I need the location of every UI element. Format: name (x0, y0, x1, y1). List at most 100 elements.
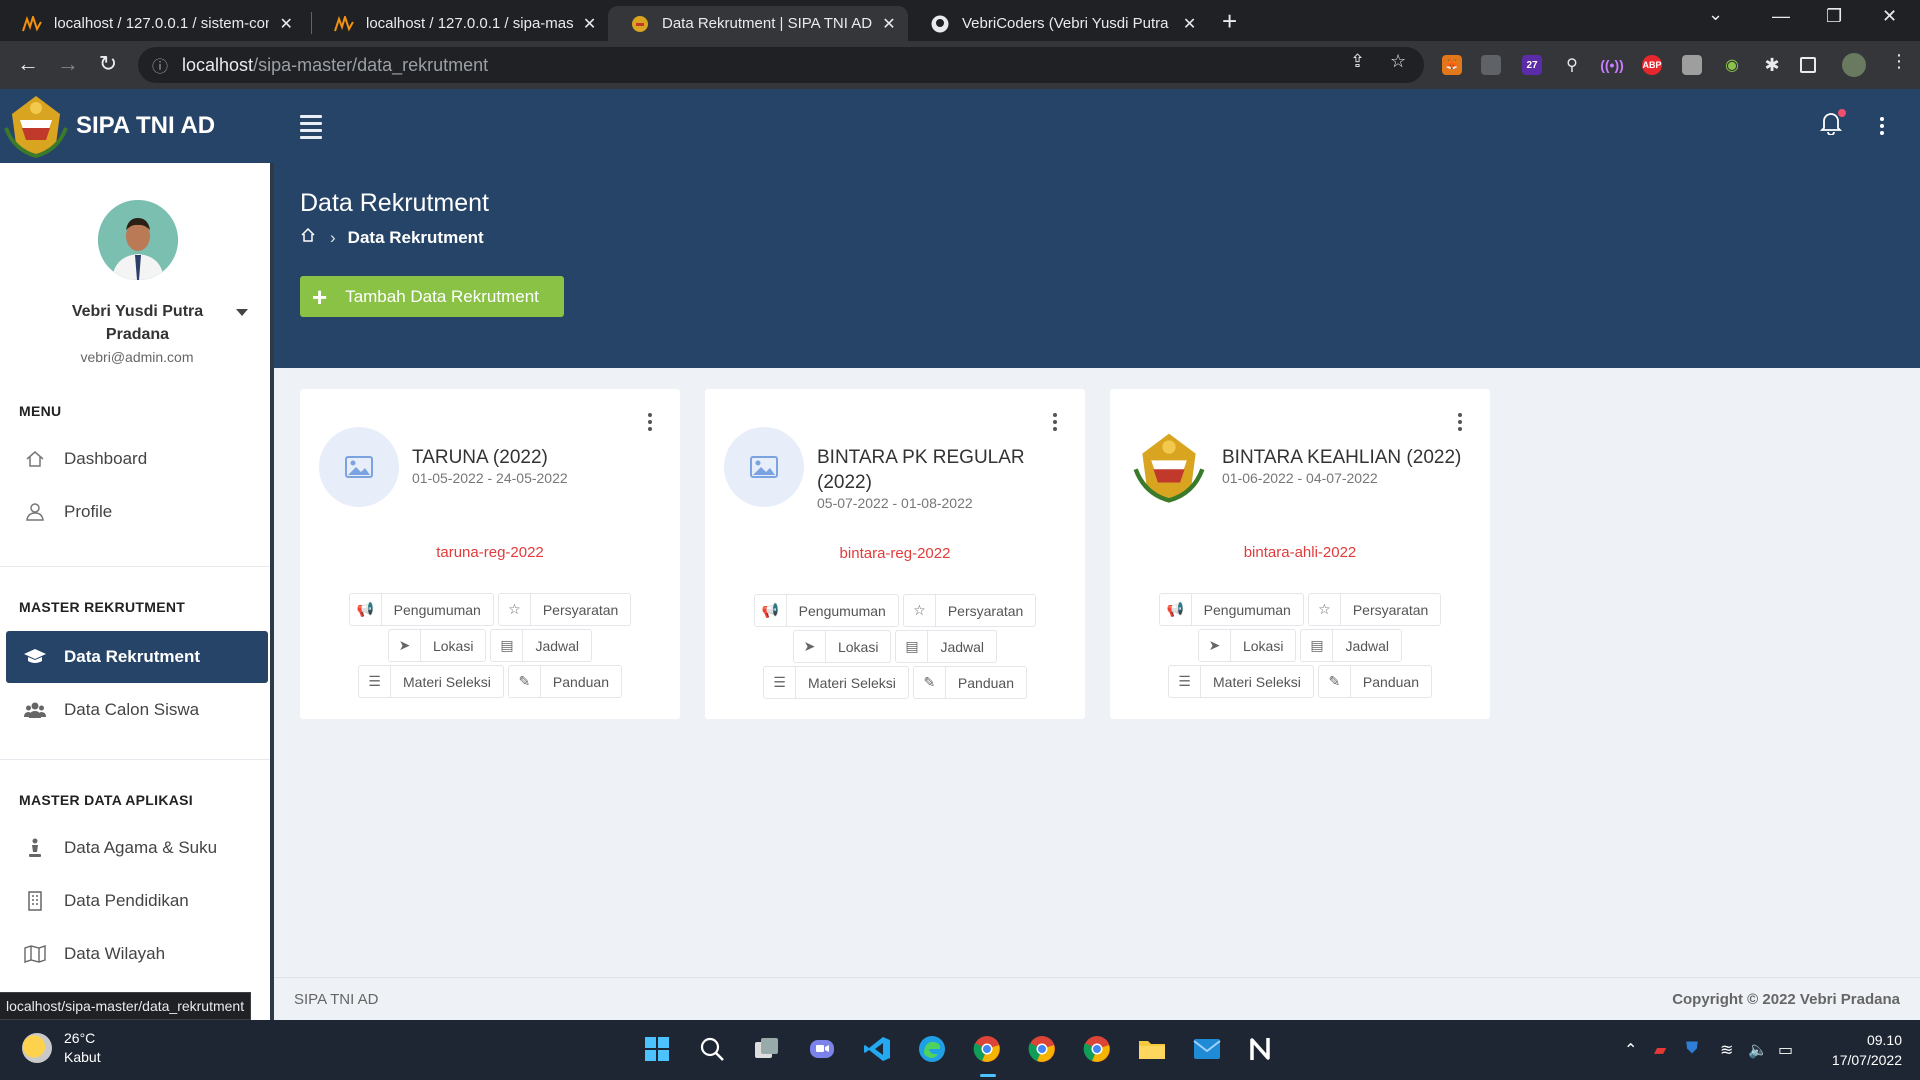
address-bar[interactable]: ⓘ localhost/sipa-master/data_rekrutment (138, 47, 1424, 83)
site-info-icon[interactable]: ⓘ (152, 53, 168, 77)
chrome-icon[interactable] (972, 1034, 1002, 1064)
extension-grey-icon[interactable] (1682, 55, 1702, 75)
user-icon (20, 502, 50, 522)
sidebar-item-profile[interactable]: Profile (6, 486, 268, 538)
browser-tab-4[interactable]: VebriCoders (Vebri Yusdi Putra Pr ✕ (908, 6, 1208, 41)
card-options-icon[interactable] (648, 413, 652, 434)
puzzle-extensions-icon[interactable]: ✱ (1762, 55, 1782, 75)
chrome-profile-icon[interactable] (1082, 1034, 1112, 1064)
materi-seleksi-button[interactable]: ☰ Materi Seleksi (763, 666, 909, 699)
window-close-icon[interactable]: ✕ (1882, 6, 1897, 27)
browser-toolbar: ← → ↻ ⓘ localhost/sipa-master/data_rekru… (0, 41, 1920, 89)
breadcrumb: › Data Rekrutment (300, 227, 484, 248)
home-icon[interactable] (300, 227, 316, 248)
persyaratan-button[interactable]: ☆ Persyaratan (497, 593, 632, 626)
browser-tab-1[interactable]: localhost / 127.0.0.1 / sistem-con ✕ (0, 6, 305, 41)
mail-icon[interactable] (1192, 1034, 1222, 1064)
more-options-icon[interactable] (1880, 117, 1884, 138)
windows-start-icon[interactable] (642, 1034, 672, 1064)
lokasi-button[interactable]: ➤ Lokasi (387, 629, 487, 662)
close-icon[interactable]: ✕ (1181, 14, 1198, 34)
jadwal-button[interactable]: ▤ Jadwal (1300, 629, 1403, 662)
vscode-icon[interactable] (862, 1034, 892, 1064)
browser-tab-2[interactable]: localhost / 127.0.0.1 / sipa-maste ✕ (312, 6, 608, 41)
caret-down-icon[interactable] (236, 309, 248, 316)
volume-icon[interactable]: 🔈 (1748, 1040, 1768, 1060)
task-view-icon[interactable] (752, 1034, 782, 1064)
tab-search-chevron-icon[interactable]: ⌄ (1708, 4, 1723, 25)
forward-arrow-icon[interactable]: → (54, 51, 82, 77)
chevron-up-icon[interactable]: ⌃ (1624, 1040, 1637, 1060)
edge-browser-icon[interactable] (917, 1034, 947, 1064)
tab-title: localhost / 127.0.0.1 / sipa-maste (366, 15, 574, 32)
pengumuman-button[interactable]: 📢 Pengumuman (348, 593, 494, 626)
action-label: Panduan (957, 674, 1014, 691)
brand[interactable]: SIPA TNI AD (0, 89, 270, 163)
pengumuman-button[interactable]: 📢 Pengumuman (1158, 593, 1304, 626)
minimize-icon[interactable]: — (1772, 6, 1790, 27)
extension-badge-icon[interactable]: 27 (1522, 55, 1542, 75)
pengumuman-button[interactable]: 📢 Pengumuman (753, 594, 899, 627)
metamask-extension-icon[interactable]: 🦊 (1442, 55, 1462, 75)
sidebar-item-data-rekrutment[interactable]: Data Rekrutment (6, 631, 268, 683)
back-arrow-icon[interactable]: ← (14, 51, 42, 77)
materi-seleksi-button[interactable]: ☰ Materi Seleksi (358, 665, 504, 698)
side-panel-icon[interactable] (1800, 57, 1816, 73)
extension-window-icon[interactable] (1481, 55, 1501, 75)
close-icon[interactable]: ✕ (581, 14, 598, 34)
profile-avatar-icon[interactable] (1842, 53, 1866, 77)
sidebar-toggle-icon[interactable] (300, 115, 322, 143)
browser-tab-active[interactable]: Data Rekrutment | SIPA TNI AD ✕ (608, 6, 908, 41)
address-host: localhost (182, 54, 254, 75)
notion-like-app-icon[interactable] (1247, 1034, 1277, 1064)
sidebar-item-data-calon-siswa[interactable]: Data Calon Siswa (6, 684, 268, 736)
sidebar-scrollbar[interactable] (270, 163, 274, 1020)
jadwal-button[interactable]: ▤ Jadwal (895, 630, 998, 663)
persyaratan-button[interactable]: ☆ Persyaratan (902, 594, 1037, 627)
close-icon[interactable]: ✕ (880, 14, 898, 34)
sidebar-item-data-wilayah[interactable]: Data Wilayah (6, 928, 268, 980)
battery-icon[interactable]: ▭ (1778, 1040, 1793, 1060)
share-icon[interactable]: ⇪ (1350, 51, 1365, 72)
abp-label: ABP (1642, 60, 1662, 70)
card-options-icon[interactable] (1458, 413, 1462, 434)
chrome-profile-icon[interactable] (1027, 1034, 1057, 1064)
jadwal-button[interactable]: ▤ Jadwal (490, 629, 593, 662)
panduan-button[interactable]: ✎ Panduan (912, 666, 1027, 699)
add-rekrutment-button[interactable]: + Tambah Data Rekrutment (300, 276, 564, 317)
reload-icon[interactable]: ↻ (94, 51, 122, 77)
security-shield-icon[interactable]: ⛊ (1686, 1040, 1698, 1058)
panduan-button[interactable]: ✎ Panduan (507, 665, 622, 698)
sidebar-item-data-agama-suku[interactable]: Data Agama & Suku (6, 822, 268, 874)
sidebar-item-data-pendidikan[interactable]: Data Pendidikan (6, 875, 268, 927)
teams-chat-icon[interactable] (807, 1034, 837, 1064)
wifi-icon[interactable]: ≋ (1720, 1040, 1733, 1060)
extension-eye-icon[interactable]: ◉ (1722, 55, 1742, 75)
materi-seleksi-button[interactable]: ☰ Materi Seleksi (1168, 665, 1314, 698)
lokasi-button[interactable]: ➤ Lokasi (1197, 629, 1297, 662)
radio-extension-icon[interactable]: ((•)) (1600, 55, 1624, 75)
system-clock[interactable]: 09.10 17/07/2022 (1810, 1030, 1902, 1070)
brand-name: SIPA TNI AD (76, 112, 216, 139)
persyaratan-button[interactable]: ☆ Persyaratan (1307, 593, 1442, 626)
close-icon[interactable]: ✕ (277, 14, 295, 34)
browser-menu-icon[interactable]: ⋮ (1890, 51, 1908, 72)
new-tab-plus-icon[interactable]: + (1222, 6, 1237, 36)
card-options-icon[interactable] (1053, 413, 1057, 434)
sidebar-item-dashboard[interactable]: Dashboard (6, 433, 268, 485)
avatar[interactable] (98, 200, 178, 280)
sidebar-item-label: Data Agama & Suku (64, 838, 218, 857)
lightbulb-extension-icon[interactable]: ⚲ (1562, 55, 1582, 75)
bookmark-star-icon[interactable]: ☆ (1390, 51, 1406, 72)
weather-widget[interactable]: 26°C Kabut (22, 1029, 101, 1067)
image-placeholder-icon (724, 427, 804, 507)
lokasi-button[interactable]: ➤ Lokasi (792, 630, 892, 663)
rekrutment-card: BINTARA KEAHLIAN (2022) 01-06-2022 - 04-… (1110, 389, 1490, 719)
file-explorer-icon[interactable] (1137, 1034, 1167, 1064)
restore-icon[interactable]: ❐ (1826, 6, 1842, 27)
tray-app-icon[interactable]: ▰ (1654, 1040, 1666, 1060)
user-name[interactable]: Vebri Yusdi Putra Pradana (40, 300, 235, 346)
panduan-button[interactable]: ✎ Panduan (1317, 665, 1432, 698)
adblock-plus-icon[interactable]: ABP (1642, 55, 1662, 75)
search-icon[interactable] (697, 1034, 727, 1064)
